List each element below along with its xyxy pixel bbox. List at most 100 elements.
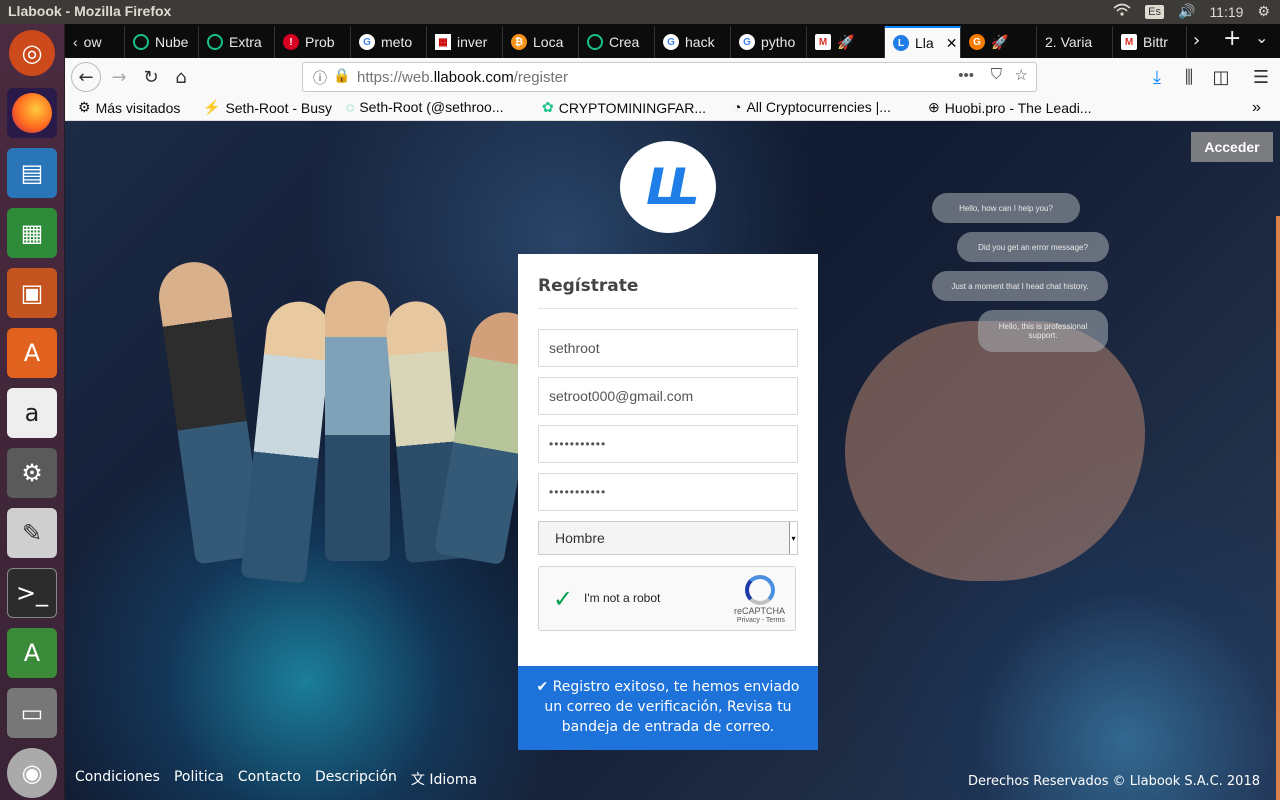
background-image-people — [154, 221, 547, 611]
terminal-icon[interactable]: >_ — [7, 568, 57, 618]
menu-icon[interactable]: ☰ — [1247, 63, 1275, 91]
login-button[interactable]: Acceder — [1191, 132, 1273, 162]
libreoffice-calc-icon[interactable]: ▦ — [7, 208, 57, 258]
tab-scroll-left-icon[interactable]: ‹ — [73, 34, 78, 50]
footer-link-contacto[interactable]: Contacto — [238, 769, 301, 789]
register-form: Regístrate sethroot setroot000@gmail.com… — [518, 254, 818, 666]
text-editor-icon[interactable]: ✎ — [7, 508, 57, 558]
green-ring-icon — [207, 34, 223, 50]
tab-list-icon[interactable]: ⌄ — [1255, 28, 1268, 47]
url-bar[interactable]: ⓘ 🔒 https://web.llabook.com/register •••… — [302, 62, 1037, 92]
libreoffice-writer-icon[interactable]: ▤ — [7, 148, 57, 198]
footer-link-idioma[interactable]: 文 Idioma — [411, 769, 477, 789]
chat-bubble: Hello, how can I help you? — [932, 193, 1080, 223]
footer-link-condiciones[interactable]: Condiciones — [75, 769, 160, 789]
llabook-logo[interactable]: LL — [620, 141, 716, 233]
software-updater-icon[interactable]: A — [7, 628, 57, 678]
footer-link-politica[interactable]: Politica — [174, 769, 224, 789]
amazon-icon[interactable]: a — [7, 388, 57, 438]
sidebar-icon[interactable]: ◫ — [1207, 63, 1235, 91]
lightning-icon: ⚡ — [203, 99, 221, 115]
tab-1[interactable]: Nube — [125, 26, 199, 58]
gmail-icon: M — [815, 34, 831, 50]
libreoffice-impress-icon[interactable]: ▣ — [7, 268, 57, 318]
copyright: Derechos Reservados © Llabook S.A.C. 201… — [967, 774, 1260, 789]
bitcoin-icon: ₿ — [511, 34, 527, 50]
tab-13[interactable]: 2. Varia — [1037, 26, 1113, 58]
ubuntu-dash-icon[interactable]: ◎ — [9, 30, 55, 76]
page-content: Hello, how can I help you? Did you get a… — [65, 121, 1280, 800]
new-tab-icon[interactable]: + — [1223, 26, 1241, 51]
firefox-icon[interactable] — [7, 88, 57, 138]
drive-icon[interactable]: ▭ — [7, 688, 57, 738]
bookmark-huobi[interactable]: ⊕ Huobi.pro - The Leadi... — [928, 99, 1092, 116]
bookmarks-overflow-icon[interactable]: » — [1252, 99, 1261, 117]
tab-8[interactable]: Ghack — [655, 26, 731, 58]
chart-icon: ◔ — [733, 99, 742, 115]
launcher: ◎ ▤ ▦ ▣ A a ⚙ ✎ >_ A ▭ ◉ — [0, 24, 65, 800]
username-field[interactable]: sethroot — [538, 329, 798, 367]
settings-gear-icon[interactable]: ⚙ — [1257, 3, 1270, 20]
password-confirm-field[interactable]: ••••••••••• — [538, 473, 798, 511]
password-field[interactable]: ••••••••••• — [538, 425, 798, 463]
pocket-icon[interactable]: ⛉ — [991, 66, 1002, 83]
scrollbar[interactable] — [1276, 216, 1280, 800]
tab-0[interactable]: ‹ ow — [65, 26, 125, 58]
translate-icon: 文 — [410, 772, 425, 788]
tab-scroll-right-icon[interactable]: › — [1193, 30, 1200, 51]
url-text[interactable]: https://web.llabook.com/register — [357, 69, 568, 86]
bookmarks-toolbar: ⚙ Más visitados ⚡ Seth-Root - Busy ◌ Seth-R… — [65, 96, 1280, 121]
home-button[interactable]: ⌂ — [167, 63, 195, 91]
tab-4[interactable]: Gmeto — [351, 26, 427, 58]
tab-3[interactable]: ! Prob — [275, 26, 351, 58]
captcha-label: I'm not a robot — [584, 591, 661, 605]
system-top-bar: Llabook - Mozilla Firefox Es 🔊 11:19 ⚙ — [0, 0, 1280, 24]
red-alert-icon: ! — [283, 34, 299, 50]
clock[interactable]: 11:19 — [1209, 4, 1243, 20]
gender-select[interactable]: Hombre ▾ — [538, 521, 798, 555]
forward-button[interactable]: → — [105, 63, 133, 91]
bookmark-seth-root-busy[interactable]: ⚡ Seth-Root - Busy — [203, 99, 332, 116]
tab-7[interactable]: Crea — [579, 26, 655, 58]
close-tab-icon[interactable]: ✕ — [946, 35, 958, 52]
bookmark-seth-root-twitter[interactable]: ◌ Seth-Root (@sethroo... — [346, 99, 504, 115]
success-message: ✔ Registro exitoso, te hemos enviado un … — [518, 666, 818, 750]
footer-link-descripcion[interactable]: Descripción — [315, 769, 397, 789]
bookmark-cryptominingfar[interactable]: ✿ CRYPTOMININGFAR... — [542, 99, 706, 116]
tab-6[interactable]: ₿ Loca — [503, 26, 579, 58]
captcha-links[interactable]: Privacy - Terms — [737, 617, 785, 624]
reload-button[interactable]: ↻ — [137, 63, 165, 91]
library-icon[interactable]: ⫼ — [1175, 63, 1203, 91]
back-button[interactable]: ← — [71, 62, 101, 92]
wifi-icon[interactable] — [1113, 3, 1131, 20]
checkmark-icon[interactable]: ✓ — [553, 585, 573, 613]
bookmark-star-icon[interactable]: ☆ — [1015, 66, 1028, 84]
tab-12[interactable]: G 🚀 — [961, 26, 1037, 58]
info-icon[interactable]: ⓘ — [313, 68, 327, 88]
downloads-icon[interactable]: ⤓ — [1143, 63, 1171, 91]
tab-2[interactable]: Extra — [199, 26, 275, 58]
background-image-hand — [845, 321, 1145, 581]
bookmark-all-cryptocurrencies[interactable]: ◔ All Cryptocurrencies |... — [733, 99, 891, 115]
green-ring-icon — [133, 34, 149, 50]
system-settings-icon[interactable]: ⚙ — [7, 448, 57, 498]
bookmark-mas-visitados[interactable]: ⚙ Más visitados — [78, 99, 180, 116]
footer-links: Condiciones Politica Contacto Descripció… — [75, 769, 477, 789]
page-actions-icon[interactable]: ••• — [958, 67, 974, 84]
captcha-brand: reCAPTCHA — [733, 606, 785, 616]
tab-10[interactable]: M 🚀 — [807, 26, 885, 58]
tab-5[interactable]: ▦ inver — [427, 26, 503, 58]
lock-icon[interactable]: 🔒 — [333, 67, 350, 84]
form-title: Regístrate — [538, 276, 639, 296]
volume-icon[interactable]: 🔊 — [1178, 3, 1195, 20]
dvd-icon[interactable]: ◉ — [7, 748, 57, 798]
select-arrow-icon[interactable]: ▾ — [789, 522, 797, 554]
tab-9[interactable]: Gpytho — [731, 26, 807, 58]
tab-llabook-active[interactable]: L Lla ✕ — [885, 26, 961, 58]
email-field[interactable]: setroot000@gmail.com — [538, 377, 798, 415]
software-center-icon[interactable]: A — [7, 328, 57, 378]
tab-14[interactable]: M Bittr — [1113, 26, 1187, 58]
gear-icon: ✿ — [542, 99, 554, 115]
keyboard-layout-indicator[interactable]: Es — [1145, 4, 1164, 19]
google-icon: G — [663, 34, 679, 50]
